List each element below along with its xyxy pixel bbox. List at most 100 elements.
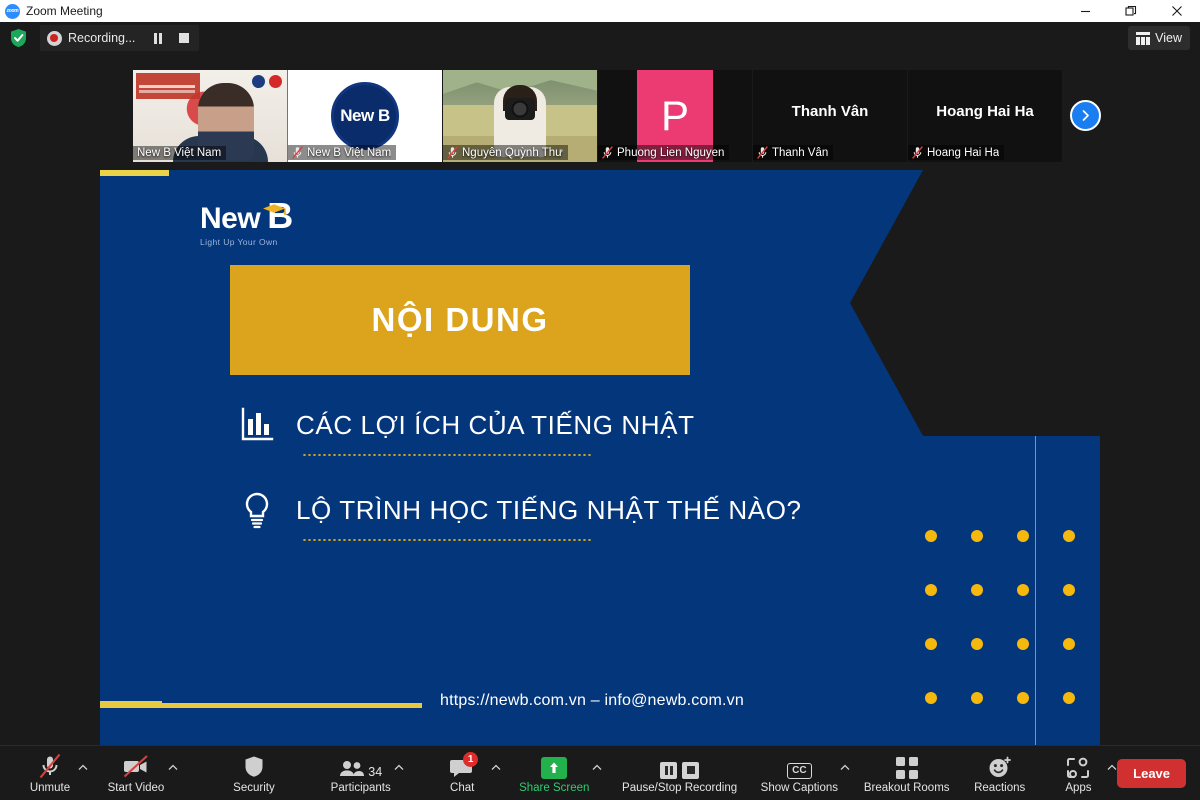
logo-letter-b: B [263, 195, 293, 236]
breakout-rooms-button[interactable]: Breakout Rooms [863, 746, 951, 800]
chat-unread-badge: 1 [463, 751, 479, 767]
pause-icon [660, 761, 678, 779]
reactions-icon [988, 753, 1012, 779]
thumbnail-name-bar: Thanh Vân [753, 145, 834, 160]
slide-bullet-0: CÁC LỢI ÍCH CỦA TIẾNG NHẬT [240, 405, 1020, 456]
thumbnail-name: Thanh Vân [772, 146, 829, 159]
bar-chart-icon [240, 405, 274, 445]
thumbnail-participant-2[interactable]: Nguyễn Quỳnh Thư [443, 70, 598, 162]
recording-status-label: Recording... [68, 31, 136, 45]
slide-bullet-list: CÁC LỢI ÍCH CỦA TIẾNG NHẬT LỘ TRÌNH HỌC … [240, 405, 1020, 575]
slide-bullet-text: CÁC LỢI ÍCH CỦA TIẾNG NHẬT [296, 409, 695, 440]
slide-bullet-1: LỘ TRÌNH HỌC TIẾNG NHẬT THẾ NÀO? [240, 490, 1020, 541]
leave-button[interactable]: Leave [1117, 758, 1187, 788]
thumbnail-name: New B Việt Nam [307, 146, 392, 159]
shield-check-icon[interactable] [9, 28, 28, 48]
zoom-logo-icon: zoom [5, 3, 20, 19]
slide-title: NỘI DUNG [371, 301, 549, 338]
start-video-label: Start Video [107, 781, 165, 794]
meeting-toolbar: Unmute Start Video Security 34 Participa… [0, 745, 1200, 800]
shared-screen-stage: New B Light Up Your Own NỘI DUNG CÁC LỢI… [100, 170, 1100, 745]
slide-title-box: NỘI DUNG [230, 265, 690, 375]
participant-thumbnail-strip: New B Việt Nam New B New B Việt Nam Nguy… [133, 70, 1063, 162]
start-video-button[interactable]: Start Video [105, 746, 168, 800]
presentation-slide: New B Light Up Your Own NỘI DUNG CÁC LỢI… [100, 170, 1100, 745]
chevron-up-icon [840, 764, 850, 770]
apps-icon [1066, 753, 1090, 779]
chat-button[interactable]: 1 Chat [434, 746, 490, 800]
thumbnail-name: Hoang Hai Ha [927, 146, 1000, 159]
logo-letter-text: B [267, 195, 293, 236]
chevron-up-icon [394, 764, 404, 770]
share-screen-label: Share Screen [519, 781, 590, 794]
stop-icon [682, 761, 700, 779]
participants-label: Participants [330, 781, 391, 794]
restore-button[interactable] [1108, 0, 1154, 22]
pause-stop-recording-button[interactable]: Pause/Stop Recording [622, 746, 737, 800]
bullet-dotted-rule [302, 454, 592, 456]
share-screen-icon [541, 753, 568, 779]
thumbnail-name-bar: Hoang Hai Ha [908, 145, 1005, 160]
microphone-muted-icon [912, 146, 923, 159]
video-options-caret[interactable] [167, 756, 178, 778]
thumbnail-participant-0[interactable]: New B Việt Nam [133, 70, 288, 162]
pause-stop-recording-icon [660, 753, 700, 779]
logo-tagline: Light Up Your Own [200, 237, 278, 247]
chevron-up-icon [592, 764, 602, 770]
slide-footer-url: https://newb.com.vn – info@newb.com.vn [440, 692, 744, 709]
slide-top-accent [100, 170, 169, 176]
avatar-initial-letter: P [660, 92, 689, 139]
slide-bullet-text: LỘ TRÌNH HỌC TIẾNG NHẬT THẾ NÀO? [296, 494, 802, 525]
pause-stop-recording-label: Pause/Stop Recording [622, 781, 738, 794]
video-muted-icon [122, 753, 150, 779]
unmute-button[interactable]: Unmute [22, 746, 78, 800]
thumbnail-participant-4[interactable]: Thanh Vân Thanh Vân [753, 70, 908, 162]
chevron-up-icon [491, 764, 501, 770]
show-captions-button[interactable]: CC Show Captions [759, 746, 840, 800]
thumbnail-participant-3[interactable]: P Phuong Lien Nguyen [598, 70, 753, 162]
thumbnail-participant-1[interactable]: New B New B Việt Nam [288, 70, 443, 162]
participants-icon: 34 [339, 753, 382, 779]
logo-word-text: New [200, 202, 261, 235]
participants-count: 34 [368, 764, 383, 779]
thumbnail-participant-5[interactable]: Hoang Hai Ha Hoang Hai Ha [908, 70, 1063, 162]
participants-options-caret[interactable] [394, 756, 405, 778]
next-page-button[interactable] [1070, 100, 1101, 131]
slide-footer-rule-accent [100, 701, 162, 704]
closed-caption-icon: CC [787, 753, 812, 779]
microphone-muted-icon [447, 146, 458, 159]
slide-brand-logo: New B Light Up Your Own [200, 198, 293, 248]
chat-label: Chat [450, 781, 475, 794]
newb-logo-icon: New B [331, 82, 399, 150]
cc-text: CC [787, 762, 812, 779]
apps-button[interactable]: Apps [1050, 746, 1106, 800]
stop-recording-button[interactable] [171, 26, 197, 50]
captions-options-caret[interactable] [840, 756, 851, 778]
apps-options-caret[interactable] [1106, 756, 1117, 778]
minimize-button[interactable] [1062, 0, 1108, 22]
share-options-caret[interactable] [592, 756, 603, 778]
close-button[interactable] [1154, 0, 1200, 22]
thumbnail-name: Nguyễn Quỳnh Thư [462, 146, 563, 159]
thumbnail-name-bar: New B Việt Nam [288, 145, 397, 160]
reactions-button[interactable]: Reactions [971, 746, 1029, 800]
security-button[interactable]: Security [226, 746, 282, 800]
recording-status-group: Recording... [40, 25, 200, 51]
thumbnail-name-bar: New B Việt Nam [133, 146, 227, 160]
microphone-muted-icon [602, 146, 613, 159]
thumbnail-name: Phuong Lien Nguyen [617, 146, 725, 159]
recording-bar: Recording... View [0, 22, 1200, 54]
participants-button[interactable]: 34 Participants [328, 746, 394, 800]
view-button[interactable]: View [1128, 26, 1190, 50]
thumbnail-name-bar: Nguyễn Quỳnh Thư [443, 145, 568, 160]
logo-wordmark: New B [200, 198, 293, 234]
share-screen-button[interactable]: Share Screen [517, 746, 592, 800]
audio-options-caret[interactable] [78, 756, 89, 778]
chevron-up-icon [1107, 764, 1117, 770]
zoom-meeting-window: zoom Zoom Meeting Recording... View New … [0, 0, 1200, 800]
title-bar: zoom Zoom Meeting [0, 0, 1200, 22]
shield-icon [243, 753, 265, 779]
chat-options-caret[interactable] [490, 756, 501, 778]
grid-view-icon [1136, 31, 1151, 45]
pause-recording-button[interactable] [145, 26, 171, 50]
